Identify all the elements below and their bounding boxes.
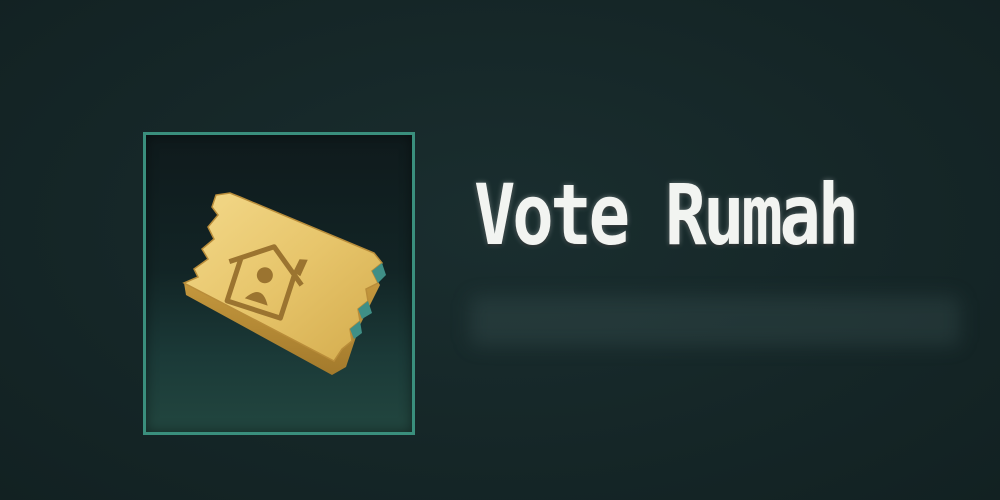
item-icon-frame[interactable] [143,132,415,435]
item-showcase-screen: Vote Rumah [0,0,1000,500]
item-title: Vote Rumah [474,166,859,264]
blurred-subtitle-text [470,296,960,346]
golden-ticket-house-icon [182,192,386,375]
